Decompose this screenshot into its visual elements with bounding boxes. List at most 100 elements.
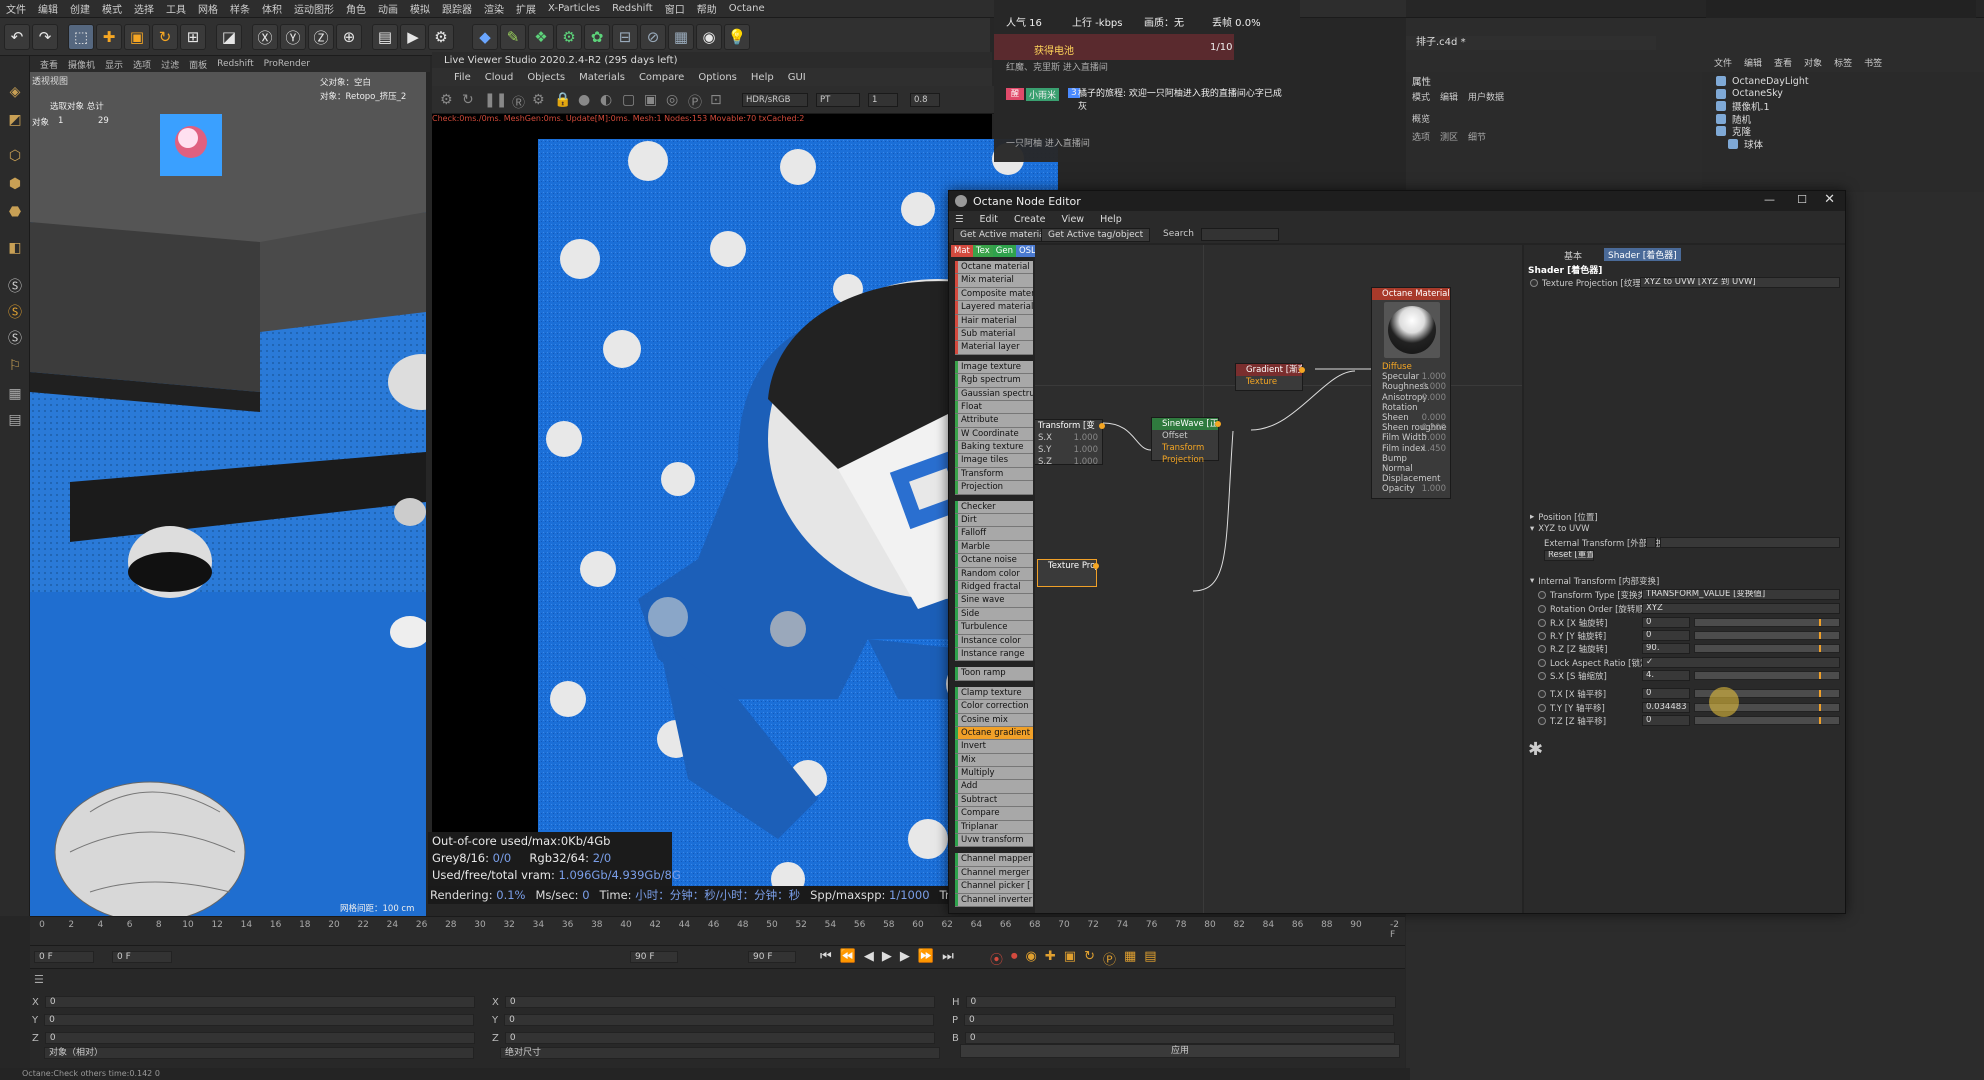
transform-out-pin[interactable] [1099, 423, 1105, 429]
light-icon[interactable]: 💡 [724, 24, 750, 50]
z-axis-icon[interactable]: Ⓩ [308, 24, 334, 50]
param-value-field[interactable]: ✓ [1642, 657, 1840, 668]
xyz-section[interactable]: ▾ XYZ to UVW [1530, 523, 1590, 535]
floor-icon[interactable]: ▦ [668, 24, 694, 50]
node-list-item[interactable]: Float [955, 400, 1033, 415]
node-list-item[interactable]: Clamp texture [955, 686, 1033, 701]
texture-projection-radio[interactable] [1530, 279, 1538, 287]
sinewave-node[interactable]: SineWave [正 Offset Transform Projection [1151, 417, 1221, 465]
object-manager-menu-item[interactable]: 查看 [1774, 56, 1792, 69]
pause-icon[interactable]: ❚❚ [484, 92, 507, 108]
node-list-item[interactable]: Channel merger [ [955, 866, 1033, 881]
node-list-item[interactable]: Octane gradient [955, 726, 1033, 741]
menu-item[interactable]: 渲染 [484, 1, 504, 16]
param-radio[interactable] [1538, 645, 1546, 653]
menu-item[interactable]: 运动图形 [294, 1, 334, 16]
key-scale-icon[interactable]: ▣ [1064, 949, 1076, 968]
param-radio[interactable] [1538, 619, 1546, 627]
menu-item[interactable]: X-Particles [548, 3, 600, 14]
coord-mode-select[interactable]: 对象（相对） [44, 1047, 474, 1059]
live-viewer-menu-item[interactable]: File [454, 72, 471, 83]
frame-end-field[interactable]: 90 F [630, 951, 678, 963]
kernel-select[interactable]: PT [816, 93, 860, 107]
node-list-item[interactable]: Image tiles [955, 454, 1033, 468]
menu-item[interactable]: 模拟 [410, 1, 430, 16]
node-list-item[interactable]: Falloff [955, 527, 1033, 541]
undo-icon[interactable]: ↶ [4, 24, 30, 50]
menu-item[interactable]: Redshift [612, 3, 653, 14]
category-tab[interactable]: Tex [972, 245, 993, 257]
viewport-menu-item[interactable]: ProRender [264, 59, 310, 69]
key-position-icon[interactable]: ✚ [1045, 949, 1056, 968]
param-slider[interactable] [1694, 618, 1840, 627]
move-tool-icon[interactable]: ✚ [96, 24, 122, 50]
external-transform-dropdown[interactable] [1646, 537, 1656, 548]
camera-icon[interactable]: ◉ [696, 24, 722, 50]
live-viewer-menu-item[interactable]: Materials [579, 72, 625, 83]
tab-shader[interactable]: Shader [着色器] [1604, 248, 1681, 261]
menu-item[interactable]: Octane [729, 3, 765, 14]
key-rotation-icon[interactable]: ↻ [1084, 949, 1095, 968]
menu-item[interactable]: 动画 [378, 1, 398, 16]
texture-projection-out-pin[interactable] [1093, 563, 1099, 569]
menu-item[interactable]: 跟踪器 [442, 1, 472, 16]
param-radio[interactable] [1538, 659, 1546, 667]
get-active-material-button[interactable]: Get Active material [953, 228, 1055, 242]
node-list-item[interactable]: Invert [955, 740, 1033, 754]
attributes-menu-item[interactable]: 编辑 [1440, 90, 1458, 103]
live-viewer-menu-item[interactable]: Compare [639, 72, 684, 83]
category-tab[interactable]: Mat [951, 245, 973, 257]
param-value-field[interactable]: TRANSFORM_VALUE [变换值] [1642, 589, 1840, 600]
menu-item[interactable]: 角色 [346, 1, 366, 16]
node-editor-menu-item[interactable]: Help [1100, 214, 1122, 225]
node-list-item[interactable]: Sub material [955, 327, 1033, 342]
refresh-icon[interactable]: ↻ [462, 92, 474, 108]
external-transform-field[interactable] [1660, 537, 1840, 548]
node-list-item[interactable]: Sine wave [955, 594, 1033, 608]
node-list-item[interactable]: Uvw transform [955, 834, 1033, 848]
node-list-item[interactable]: Compare [955, 807, 1033, 821]
material-node[interactable]: Octane Material [ Diffuse Specular 1.000 Ro… [1371, 287, 1451, 499]
attributes-menu-item[interactable]: 用户数据 [1468, 90, 1504, 103]
timeline-ruler[interactable]: -2 F 0 2 4 6 8 10 12 14 16 18 20 22 24 26 28 30 32 34 36 38… [30, 916, 1405, 946]
goto-start-icon[interactable]: ⏮ [820, 949, 832, 964]
node-list-item[interactable]: Turbulence [955, 621, 1033, 635]
viewport-menu-item[interactable]: 面板 [189, 58, 207, 71]
node-list-item[interactable]: Material layer [955, 341, 1033, 355]
node-list-item[interactable]: Cosine mix [955, 713, 1033, 727]
coord-value-field[interactable]: 0 [44, 996, 475, 1008]
workplane-icon[interactable]: Ⓢ [2, 300, 28, 324]
viewport-menu-item[interactable]: Redshift [217, 59, 254, 69]
points-mode-icon[interactable]: ⬡ [2, 144, 28, 168]
viewport-menu-item[interactable]: 选项 [133, 58, 151, 71]
param-radio[interactable] [1538, 704, 1546, 712]
restart-render-icon[interactable]: ⚙ [440, 92, 453, 108]
node-list-item[interactable]: Checker [955, 500, 1033, 515]
param-radio[interactable] [1538, 717, 1546, 725]
lock-icon[interactable]: ⚐ [2, 354, 28, 378]
cube-icon[interactable]: ◆ [472, 24, 498, 50]
param-value-field[interactable]: XYZ [1642, 603, 1840, 614]
white-balance-icon[interactable]: ⊡ [710, 92, 722, 108]
param-slider[interactable] [1694, 631, 1840, 640]
key-pla-icon[interactable]: ▦ [1124, 949, 1136, 968]
param-slider[interactable] [1694, 716, 1840, 725]
viewport-menu-item[interactable]: 显示 [105, 58, 123, 71]
menu-item[interactable]: 模式 [102, 1, 122, 16]
last-tool-icon[interactable]: ◪ [216, 24, 242, 50]
node-list-item[interactable]: Instance color [955, 634, 1033, 648]
record-icon[interactable]: ⦿ [990, 949, 1003, 968]
param-value-field[interactable]: 0 [1642, 688, 1690, 699]
param-radio[interactable] [1538, 632, 1546, 640]
object-manager-menu-item[interactable]: 书签 [1864, 56, 1882, 69]
param-slider[interactable] [1694, 644, 1840, 653]
node-list-item[interactable]: Side [955, 607, 1033, 622]
live-viewer-menu-item[interactable]: Options [698, 72, 737, 83]
coordinate-system-icon[interactable]: ⊕ [336, 24, 362, 50]
node-editor-titlebar[interactable]: Octane Node Editor — ☐ ✕ [949, 191, 1845, 211]
render-view-icon[interactable]: ▤ [372, 24, 398, 50]
node-list-item[interactable]: Toon ramp [955, 667, 1033, 681]
layers-icon[interactable]: ▤ [2, 408, 28, 432]
live-viewer-menu-item[interactable]: GUI [788, 72, 806, 83]
transform-tool-icon[interactable]: ⊞ [180, 24, 206, 50]
